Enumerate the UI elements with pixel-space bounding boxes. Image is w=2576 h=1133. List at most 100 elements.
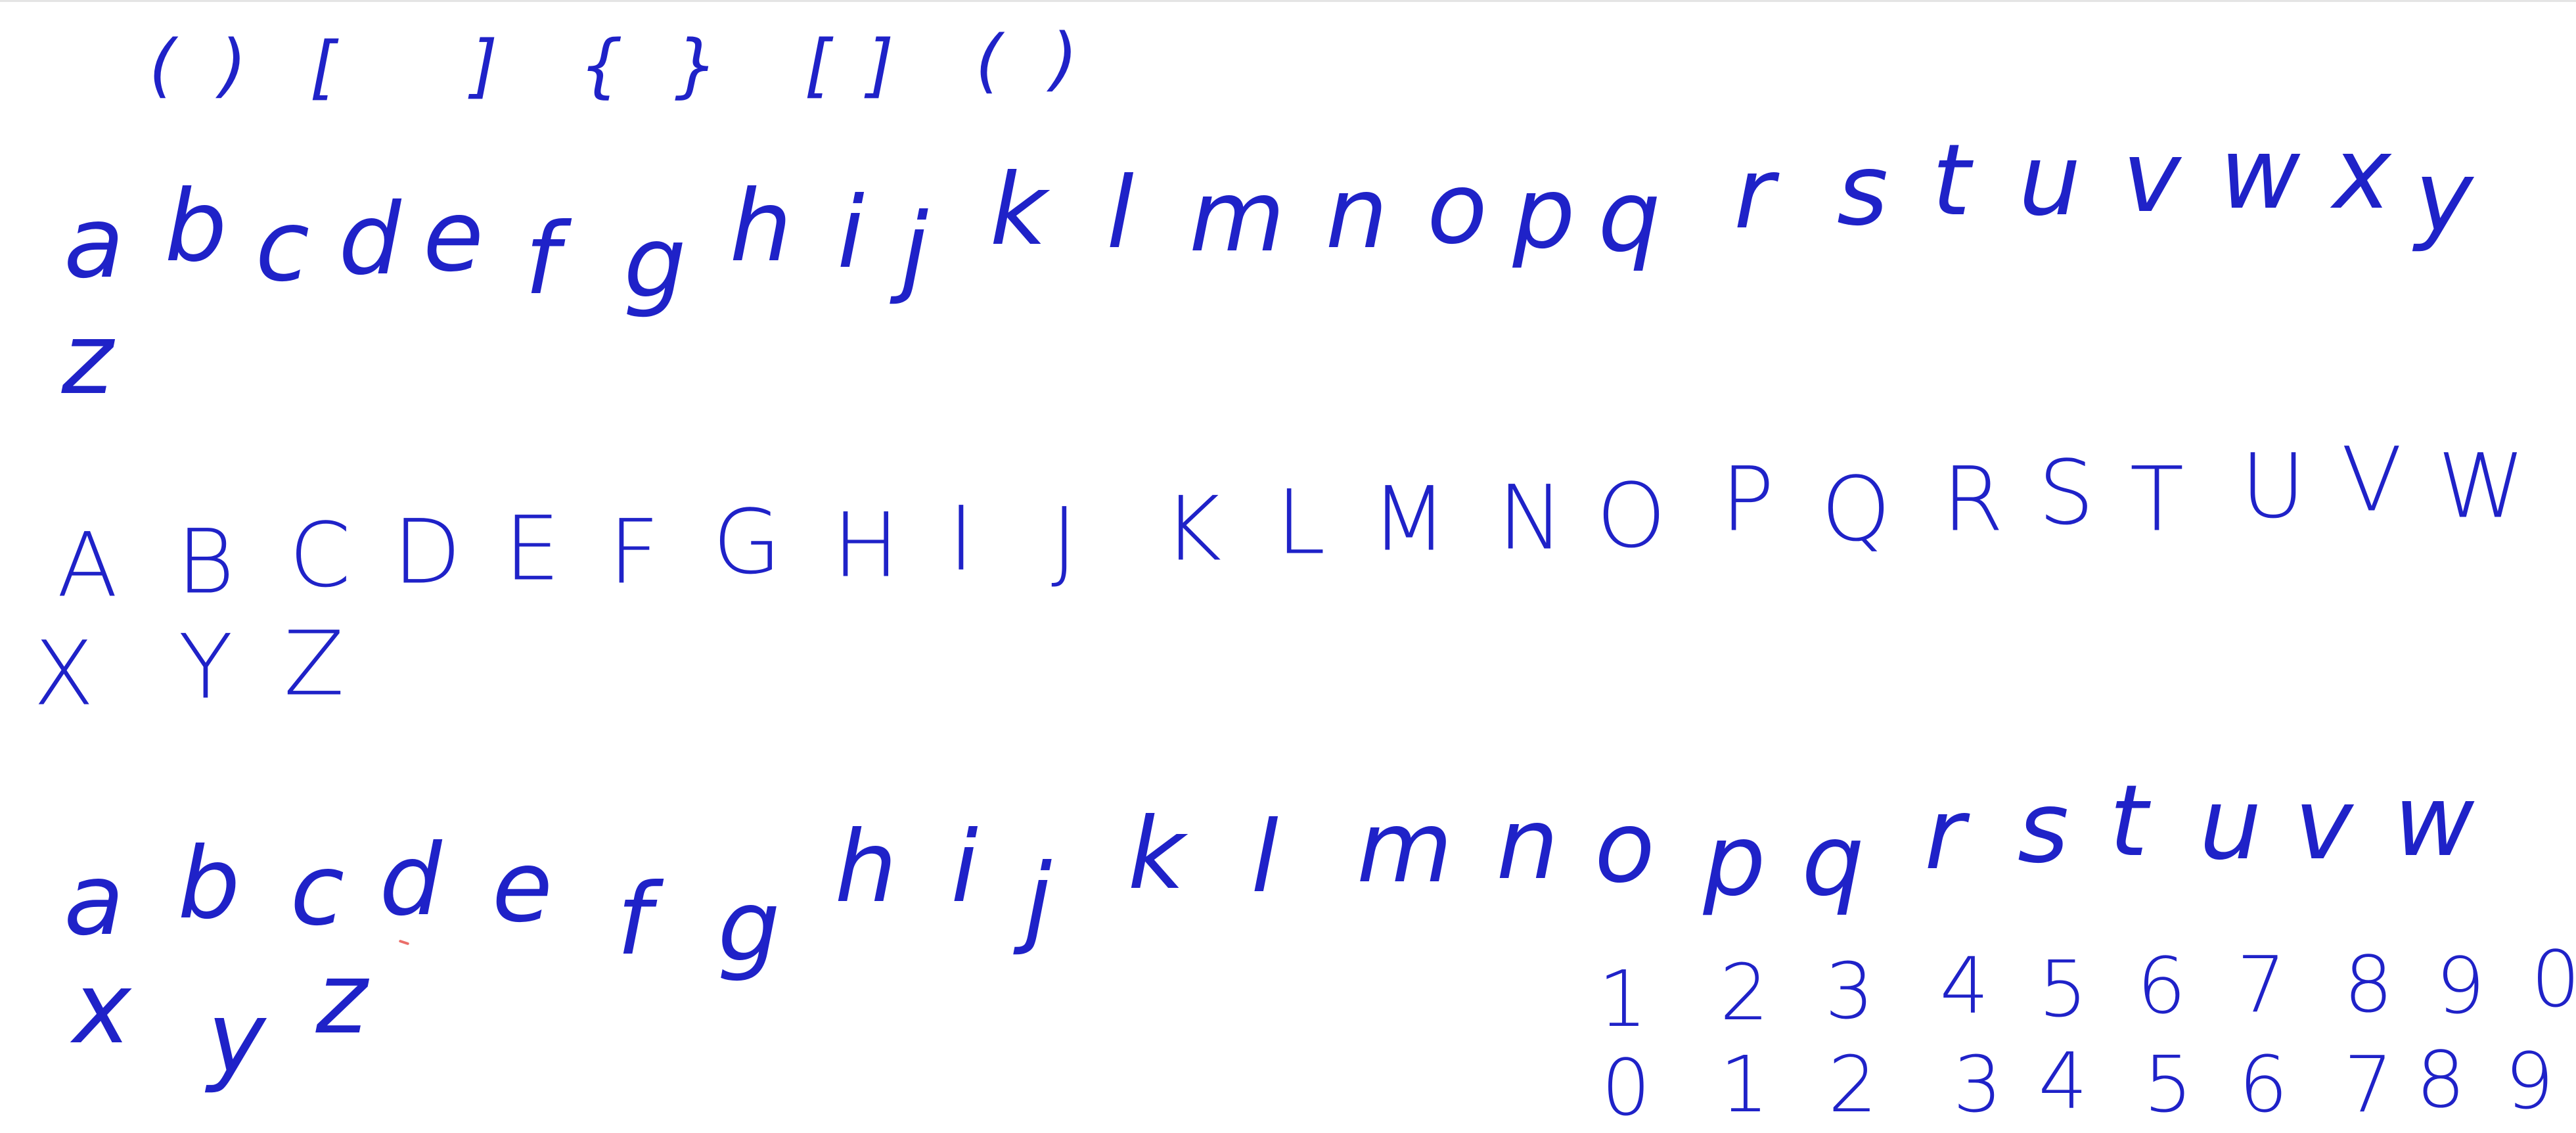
glyph-lowercase-2-16: q [1801,804,1864,918]
glyph-lowercase-1-2: c [255,189,310,304]
glyph-uppercase-16: Q [1820,457,1891,561]
glyph-uppercase-2: C [288,503,351,607]
glyph-digits-2-1: 1 [1719,1039,1769,1130]
glyph-uppercase-13: N [1497,466,1564,570]
glyph-lowercase-1-25: z [61,302,114,417]
glyph-brackets-4: { [579,25,623,106]
glyph-lowercase-2-10: k [1127,797,1185,912]
glyph-lowercase-1-4: e [422,179,484,294]
glyph-uppercase-25: Z [283,612,345,716]
glyph-lowercase-1-19: t [1932,124,1971,238]
glyph-digits-2-7: 7 [2343,1039,2393,1130]
glyph-digits-2-5: 5 [2143,1039,2193,1130]
glyph-digits-1-1: 2 [1719,947,1769,1038]
glyph-digits-2-6: 6 [2238,1039,2288,1130]
glyph-lowercase-1-12: m [1188,160,1286,274]
glyph-lowercase-1-10: k [989,153,1047,267]
glyph-brackets-3: ] [470,26,498,106]
glyph-lowercase-1-17: r [1734,137,1774,251]
glyph-digits-1-7: 8 [2343,939,2393,1030]
glyph-lowercase-2-22: w [2393,764,2475,879]
glyph-lowercase-2-18: s [2017,771,2069,885]
glyph-digits-2-8: 8 [2416,1034,2466,1125]
glyph-lowercase-2-8: i [951,810,978,925]
glyph-lowercase-2-17: r [1924,777,1965,892]
glyph-uppercase-20: U [2240,434,2306,538]
glyph-uppercase-14: O [1596,464,1667,568]
glyph-brackets-6: [ [804,25,832,106]
glyph-digits-1-9: 0 [2531,934,2576,1025]
glyph-uppercase-19: T [2129,448,2184,551]
glyph-lowercase-1-6: g [623,206,687,320]
glyph-lowercase-2-3: d [379,823,442,938]
glyph-lowercase-2-5: f [616,863,652,977]
glyph-lowercase-1-16: q [1598,160,1661,274]
glyph-lowercase-2-13: n [1496,787,1559,902]
glyph-lowercase-2-25: z [315,942,368,1056]
glyph-uppercase-4: E [504,497,560,601]
glyph-lowercase-1-18: s [1836,133,1889,248]
stray-red-mark [398,939,410,946]
glyph-lowercase-1-5: f [524,202,560,317]
glyph-uppercase-11: L [1276,471,1326,574]
glyph-lowercase-2-15: p [1703,804,1766,918]
glyph-digits-2-0: 0 [1601,1042,1651,1133]
glyph-uppercase-22: W [2437,434,2525,538]
glyph-lowercase-2-12: m [1356,791,1453,905]
glyph-brackets-1: ) [219,25,247,106]
glyph-uppercase-1: B [176,510,235,614]
glyph-lowercase-2-7: h [834,810,897,925]
glyph-lowercase-2-19: t [2109,764,2148,879]
glyph-lowercase-2-1: b [177,827,240,941]
glyph-brackets-9: ) [1051,18,1078,99]
glyph-digits-1-2: 3 [1824,946,1874,1036]
glyph-digits-1-5: 6 [2136,940,2186,1031]
glyph-uppercase-10: K [1163,477,1222,581]
top-edge-line [0,0,2576,2]
glyph-lowercase-1-7: h [729,170,792,284]
glyph-uppercase-7: H [832,494,899,597]
glyph-uppercase-21: V [2341,428,2403,532]
handwriting-sample-sheet: ()[]{}[]() a b c d e f g h i j k l m n o p q r s t u v w x y z A B C D… [0,0,2576,1128]
glyph-uppercase-17: R [1942,448,2004,551]
glyph-lowercase-2-11: l [1251,800,1278,915]
glyph-brackets-8: ( [975,20,1003,101]
glyph-lowercase-1-15: p [1512,156,1575,271]
glyph-digits-1-0: 1 [1598,954,1648,1044]
glyph-lowercase-1-1: b [164,170,227,284]
glyph-lowercase-1-9: j [901,193,928,307]
glyph-lowercase-2-20: u [2199,768,2262,882]
glyph-digits-2-3: 3 [1953,1039,2002,1130]
glyph-digits-2-9: 9 [2504,1036,2554,1126]
glyph-uppercase-18: S [2038,441,2094,545]
glyph-uppercase-24: Y [178,615,233,719]
glyph-digits-2-4: 4 [2038,1036,2088,1126]
glyph-lowercase-2-14: o [1594,791,1655,905]
glyph-lowercase-2-21: v [2294,768,2353,882]
glyph-lowercase-1-13: n [1325,156,1388,271]
glyph-lowercase-1-21: v [2122,120,2181,235]
glyph-uppercase-23: X [33,622,95,726]
glyph-lowercase-2-9: j [1024,843,1052,958]
glyph-lowercase-1-3: d [338,183,401,297]
glyph-lowercase-1-20: u [2018,124,2081,238]
glyph-lowercase-1-24: y [2414,140,2474,254]
glyph-lowercase-1-0: a [64,186,124,300]
glyph-uppercase-6: G [712,490,782,594]
glyph-digits-1-3: 4 [1939,940,1989,1031]
glyph-digits-1-4: 5 [2038,944,2088,1034]
glyph-brackets-7: ] [867,25,894,106]
glyph-uppercase-15: P [1721,448,1774,551]
glyph-lowercase-1-8: i [837,176,865,290]
glyph-uppercase-9: J [1051,488,1077,592]
glyph-digits-2-2: 2 [1828,1039,1878,1130]
glyph-uppercase-0: A [56,513,118,617]
glyph-digits-1-6: 7 [2236,939,2286,1030]
glyph-uppercase-12: M [1370,467,1448,571]
glyph-lowercase-1-23: x [2332,117,2391,231]
glyph-uppercase-5: F [608,500,660,604]
glyph-digits-1-8: 9 [2435,940,2485,1031]
glyph-lowercase-2-23: x [72,952,131,1066]
glyph-uppercase-8: I [948,487,974,591]
glyph-uppercase-3: D [393,500,461,604]
